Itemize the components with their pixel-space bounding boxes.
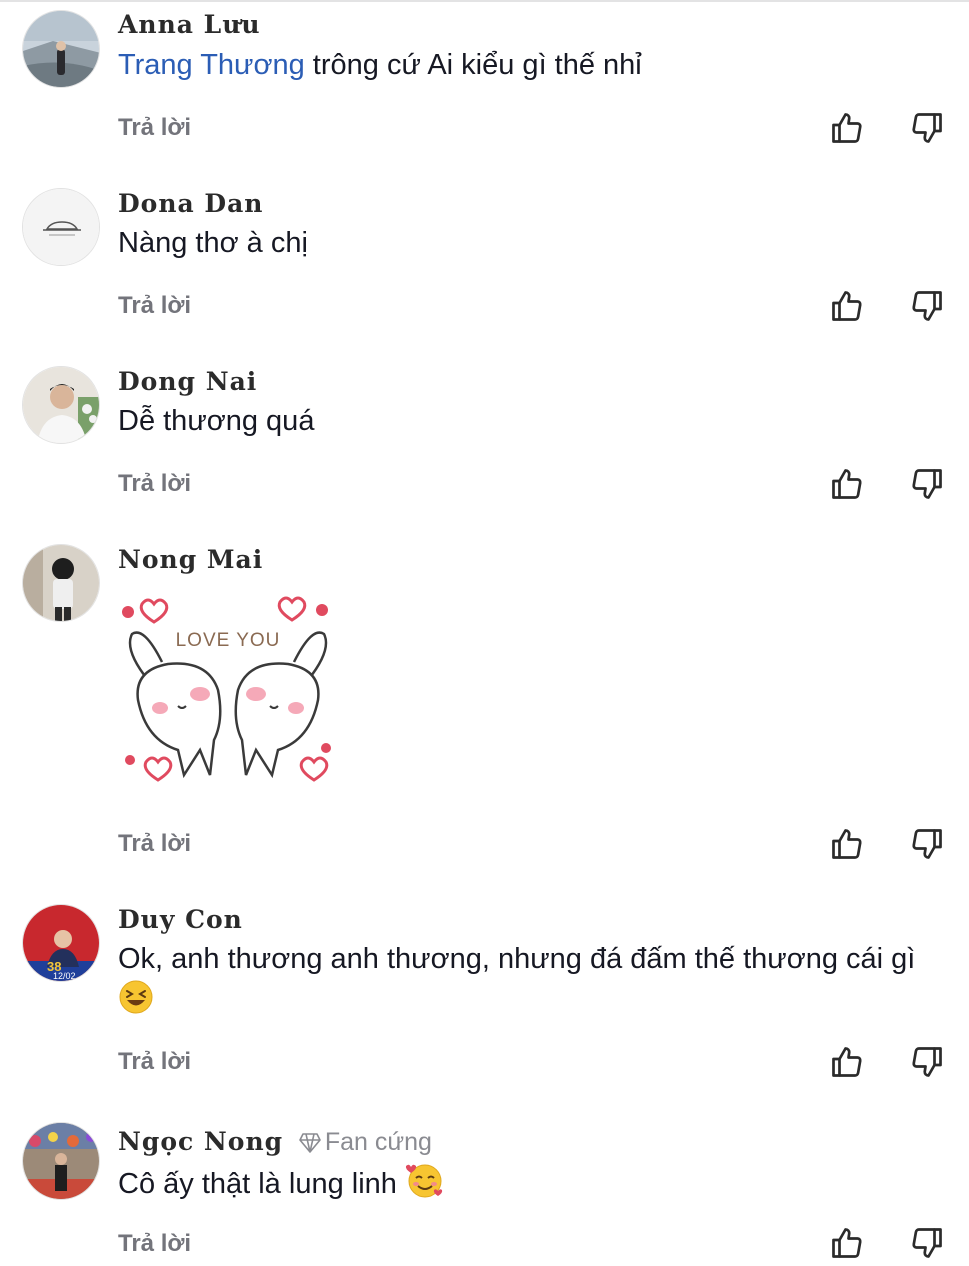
avatar-caption: 12/02 — [53, 971, 76, 981]
love-sticker[interactable]: LOVE YOU — [118, 590, 338, 790]
comment-text: Dễ thương quá — [118, 405, 315, 437]
reply-button[interactable]: Trả lời — [118, 470, 191, 498]
like-icon[interactable] — [829, 110, 865, 146]
comment-body: Ok, anh thương anh thương, nhưng đá đấm … — [118, 943, 916, 975]
comment-text: Trang Thương trông cứ Ai kiểu gì thế nhỉ — [118, 45, 947, 85]
grinning-squint-emoji — [118, 979, 154, 1026]
avatar[interactable]: 38 12/02 — [22, 904, 100, 982]
comment-text: Nàng thơ à chị — [118, 227, 308, 259]
comment-username[interactable]: Ngọc Nong Fan cứng — [118, 1127, 432, 1157]
comment-username[interactable]: Duy Con — [118, 905, 243, 934]
avatar[interactable] — [22, 544, 100, 622]
dislike-icon[interactable] — [909, 288, 945, 324]
comment-body: Cô ấy thật là lung linh — [118, 1168, 397, 1201]
avatar[interactable] — [22, 188, 100, 266]
reply-button[interactable]: Trả lời — [118, 1048, 191, 1076]
reply-button[interactable]: Trả lời — [118, 292, 191, 320]
smiling-hearts-emoji — [405, 1161, 445, 1210]
reply-button[interactable]: Trả lời — [118, 114, 191, 142]
dislike-icon[interactable] — [909, 1225, 945, 1261]
avatar[interactable] — [22, 1122, 100, 1200]
dislike-icon[interactable] — [909, 110, 945, 146]
like-icon[interactable] — [829, 826, 865, 862]
comment-username[interactable]: Dong Nai — [118, 367, 257, 396]
avatar[interactable] — [22, 10, 100, 88]
like-icon[interactable] — [829, 1225, 865, 1261]
like-icon[interactable] — [829, 288, 865, 324]
comment-username[interactable]: Nong Mai — [118, 545, 263, 574]
comment-text: Ok, anh thương anh thương, nhưng đá đấm … — [118, 939, 947, 1026]
diamond-icon — [299, 1133, 321, 1153]
dislike-icon[interactable] — [909, 466, 945, 502]
comment-body: trông cứ Ai kiểu gì thế nhỉ — [304, 49, 642, 81]
reply-button[interactable]: Trả lời — [118, 1230, 191, 1258]
comment-username[interactable]: Dona Dan — [118, 189, 264, 218]
fan-badge: Fan cứng — [324, 1128, 432, 1156]
comment-text: Cô ấy thật là lung linh — [118, 1161, 947, 1210]
avatar[interactable] — [22, 366, 100, 444]
sticker-caption: LOVE YOU — [176, 630, 281, 651]
top-divider — [0, 0, 969, 2]
reply-button[interactable]: Trả lời — [118, 830, 191, 858]
like-icon[interactable] — [829, 466, 865, 502]
dislike-icon[interactable] — [909, 826, 945, 862]
comment-username[interactable]: Anna Lưu — [118, 10, 261, 39]
dislike-icon[interactable] — [909, 1044, 945, 1080]
mention-link[interactable]: Trang Thương — [118, 49, 305, 81]
like-icon[interactable] — [829, 1044, 865, 1080]
